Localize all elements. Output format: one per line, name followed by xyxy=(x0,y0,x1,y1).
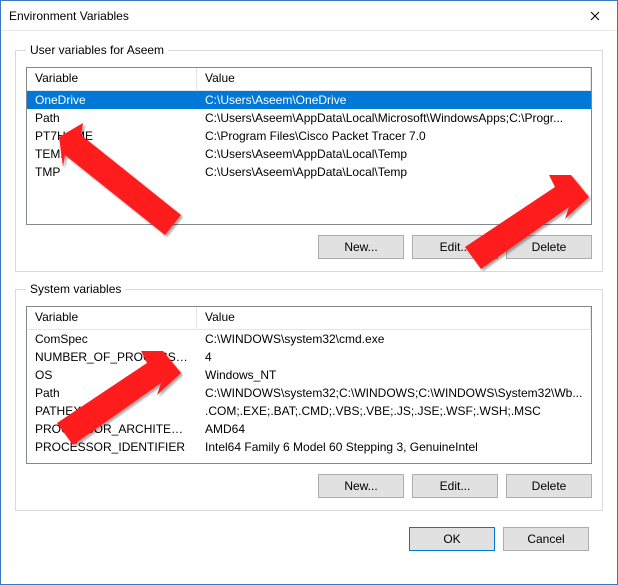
variable-name: OneDrive xyxy=(27,92,197,108)
ok-button[interactable]: OK xyxy=(409,527,495,551)
dialog-body: User variables for Aseem Variable Value … xyxy=(1,31,617,584)
system-button-row: New... Edit... Delete xyxy=(26,474,592,498)
variable-name: PROCESSOR_ARCHITECTURE xyxy=(27,421,197,437)
table-row[interactable]: ComSpecC:\WINDOWS\system32\cmd.exe xyxy=(27,330,591,348)
variable-name: NUMBER_OF_PROCESSORS xyxy=(27,349,197,365)
variable-name: PT7HOME xyxy=(27,128,197,144)
table-row[interactable]: TMPC:\Users\Aseem\AppData\Local\Temp xyxy=(27,163,591,181)
system-variables-legend: System variables xyxy=(26,282,125,296)
table-row[interactable]: NUMBER_OF_PROCESSORS4 xyxy=(27,348,591,366)
table-row[interactable]: PATHEXT.COM;.EXE;.BAT;.CMD;.VBS;.VBE;.JS… xyxy=(27,402,591,420)
close-icon xyxy=(590,11,600,21)
col-header-value[interactable]: Value xyxy=(197,68,591,90)
variable-name: TEMP xyxy=(27,146,197,162)
close-button[interactable] xyxy=(572,1,617,30)
variable-name: Path xyxy=(27,110,197,126)
variable-value: C:\Users\Aseem\OneDrive xyxy=(197,92,591,108)
variable-value: Intel64 Family 6 Model 60 Stepping 3, Ge… xyxy=(197,439,591,455)
variable-value: C:\WINDOWS\system32;C:\WINDOWS;C:\WINDOW… xyxy=(197,385,591,401)
system-rows[interactable]: ComSpecC:\WINDOWS\system32\cmd.exeNUMBER… xyxy=(27,330,591,463)
table-row[interactable]: TEMPC:\Users\Aseem\AppData\Local\Temp xyxy=(27,145,591,163)
table-row[interactable]: PathC:\WINDOWS\system32;C:\WINDOWS;C:\WI… xyxy=(27,384,591,402)
system-variables-list[interactable]: Variable Value ComSpecC:\WINDOWS\system3… xyxy=(26,306,592,464)
variable-name: Path xyxy=(27,385,197,401)
col-header-variable[interactable]: Variable xyxy=(27,68,197,90)
variable-value: C:\Users\Aseem\AppData\Local\Temp xyxy=(197,146,591,162)
table-row[interactable]: PROCESSOR_ARCHITECTUREAMD64 xyxy=(27,420,591,438)
env-vars-window: Environment Variables User variables for… xyxy=(0,0,618,585)
variable-value: C:\Program Files\Cisco Packet Tracer 7.0 xyxy=(197,128,591,144)
variable-value: C:\WINDOWS\system32\cmd.exe xyxy=(197,331,591,347)
variable-name: PATHEXT xyxy=(27,403,197,419)
variable-name: TMP xyxy=(27,164,197,180)
window-title: Environment Variables xyxy=(9,9,572,23)
table-row[interactable]: OneDriveC:\Users\Aseem\OneDrive xyxy=(27,91,591,109)
col-header-value[interactable]: Value xyxy=(197,307,591,329)
table-row[interactable]: PT7HOMEC:\Program Files\Cisco Packet Tra… xyxy=(27,127,591,145)
user-button-row: New... Edit... Delete xyxy=(26,235,592,259)
user-variables-list[interactable]: Variable Value OneDriveC:\Users\Aseem\On… xyxy=(26,67,592,225)
variable-value: AMD64 xyxy=(197,421,591,437)
variable-value: .COM;.EXE;.BAT;.CMD;.VBS;.VBE;.JS;.JSE;.… xyxy=(197,403,591,419)
variable-name: ComSpec xyxy=(27,331,197,347)
table-row[interactable]: OSWindows_NT xyxy=(27,366,591,384)
user-variables-legend: User variables for Aseem xyxy=(26,43,168,57)
system-edit-button[interactable]: Edit... xyxy=(412,474,498,498)
variable-value: C:\Users\Aseem\AppData\Local\Temp xyxy=(197,164,591,180)
col-header-variable[interactable]: Variable xyxy=(27,307,197,329)
user-rows[interactable]: OneDriveC:\Users\Aseem\OneDrivePathC:\Us… xyxy=(27,91,591,224)
titlebar: Environment Variables xyxy=(1,1,617,31)
system-delete-button[interactable]: Delete xyxy=(506,474,592,498)
dialog-footer: OK Cancel xyxy=(15,521,603,565)
system-new-button[interactable]: New... xyxy=(318,474,404,498)
table-row[interactable]: PROCESSOR_IDENTIFIERIntel64 Family 6 Mod… xyxy=(27,438,591,456)
user-list-header: Variable Value xyxy=(27,68,591,91)
user-new-button[interactable]: New... xyxy=(318,235,404,259)
variable-name: OS xyxy=(27,367,197,383)
cancel-button[interactable]: Cancel xyxy=(503,527,589,551)
user-variables-group: User variables for Aseem Variable Value … xyxy=(15,43,603,272)
variable-name: PROCESSOR_IDENTIFIER xyxy=(27,439,197,455)
variable-value: Windows_NT xyxy=(197,367,591,383)
system-variables-group: System variables Variable Value ComSpecC… xyxy=(15,282,603,511)
variable-value: 4 xyxy=(197,349,591,365)
system-list-header: Variable Value xyxy=(27,307,591,330)
user-edit-button[interactable]: Edit... xyxy=(412,235,498,259)
table-row[interactable]: PathC:\Users\Aseem\AppData\Local\Microso… xyxy=(27,109,591,127)
variable-value: C:\Users\Aseem\AppData\Local\Microsoft\W… xyxy=(197,110,591,126)
user-delete-button[interactable]: Delete xyxy=(506,235,592,259)
